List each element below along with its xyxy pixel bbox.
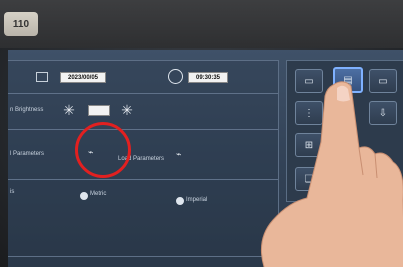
device-frame: 110 2023/00/05 09:30:35 n Brightness ✳ ✳…: [0, 0, 403, 267]
time-field[interactable]: 09:30:35: [188, 72, 228, 83]
brightness-up-icon[interactable]: ✳: [118, 101, 136, 119]
usb-load-icon[interactable]: ⌁: [176, 149, 181, 160]
row-divider: [8, 179, 278, 180]
settings-panel: 2023/00/05 09:30:35 n Brightness ✳ ✳ l P…: [8, 60, 279, 257]
clock-icon[interactable]: [168, 69, 183, 84]
device-bezel: 110: [0, 0, 403, 48]
calendar-icon: [36, 72, 48, 82]
brightness-value-field[interactable]: [88, 105, 110, 116]
brightness-down-icon[interactable]: ✳: [60, 101, 78, 119]
model-badge: 110: [4, 12, 38, 36]
save-parameters-label: l Parameters: [10, 151, 45, 157]
imperial-radio[interactable]: [176, 197, 184, 205]
metric-label: Metric: [90, 191, 107, 197]
imperial-label: Imperial: [186, 197, 208, 203]
date-field[interactable]: 2023/00/05: [60, 72, 106, 83]
brightness-label: n Brightness: [10, 107, 44, 113]
row-divider: [8, 93, 278, 94]
units-label: is: [10, 189, 15, 195]
pointing-hand-icon: [260, 81, 403, 267]
row-divider: [8, 129, 278, 130]
highlight-circle: [75, 122, 131, 178]
metric-radio[interactable]: [80, 192, 88, 200]
